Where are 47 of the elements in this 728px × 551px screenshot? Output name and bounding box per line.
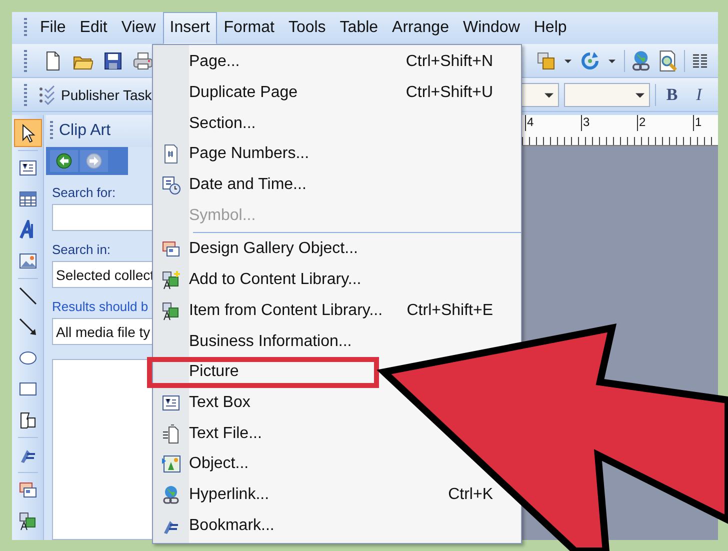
shortcut-label: Ctrl+Shift+E — [406, 302, 493, 320]
menu-item[interactable]: Hyperlink... — [153, 480, 270, 510]
menu-bar-item[interactable]: File — [33, 12, 73, 44]
menu-item[interactable]: Bookmark... — [153, 510, 274, 541]
text-file-icon — [161, 424, 181, 444]
menu-bar-item[interactable]: View — [114, 12, 163, 44]
menu-bar-item[interactable]: Arrange — [385, 12, 456, 44]
bold-button[interactable]: B — [661, 84, 683, 104]
menu-bar-item[interactable]: Tools — [281, 12, 333, 44]
menu-item[interactable]: Date and Time... — [153, 170, 306, 200]
search-in-label: Search in: — [52, 242, 112, 257]
search-label: Search for: — [52, 185, 117, 200]
save-icon[interactable] — [103, 50, 123, 70]
print-icon[interactable] — [133, 50, 153, 70]
menu-item[interactable]: Duplicate Page — [153, 78, 298, 108]
menu-bar-item[interactable]: Edit — [72, 12, 114, 44]
object-icon — [161, 454, 181, 474]
menu-bar-item[interactable]: Format — [216, 12, 282, 44]
print-preview-icon[interactable] — [657, 50, 679, 72]
menu-bar-item[interactable]: Insert — [162, 12, 217, 44]
menu-item[interactable]: Page... — [153, 47, 240, 78]
calendar-clock-icon — [161, 175, 181, 196]
results-label: Results should b — [52, 299, 150, 314]
hyperlink-icon[interactable] — [630, 50, 652, 72]
menu-bar-item[interactable]: Window — [456, 12, 527, 44]
menu-item[interactable]: Object... — [153, 448, 249, 480]
back-button[interactable] — [50, 150, 78, 172]
rotate-icon[interactable] — [580, 50, 600, 70]
pane-title: Clip Art — [59, 122, 111, 140]
library-icon — [161, 300, 181, 321]
library-add-icon — [161, 270, 181, 290]
menu-bar-item[interactable]: Table — [332, 12, 386, 44]
arrange-icon[interactable] — [536, 50, 556, 70]
italic-button[interactable]: I — [688, 84, 710, 104]
shortcut-label: Ctrl+K — [448, 486, 493, 504]
hyperlink-icon — [161, 484, 181, 505]
shortcut-label: Ctrl+Shift+N — [406, 53, 493, 72]
pointer-tool-icon[interactable] — [14, 119, 42, 147]
task-list-icon[interactable] — [37, 84, 57, 104]
text-box-icon — [161, 392, 181, 413]
menu-item[interactable]: Text File... — [153, 418, 262, 449]
shortcut-label: Ctrl+Shift+U — [406, 84, 493, 102]
menu-bar-item[interactable]: Help — [526, 12, 574, 44]
publisher-tasks-button[interactable]: Publisher Task — [61, 86, 152, 102]
gallery-icon — [161, 239, 181, 260]
menu-item[interactable]: Picture — [152, 362, 239, 383]
menu-item[interactable]: Text Box — [153, 388, 250, 418]
